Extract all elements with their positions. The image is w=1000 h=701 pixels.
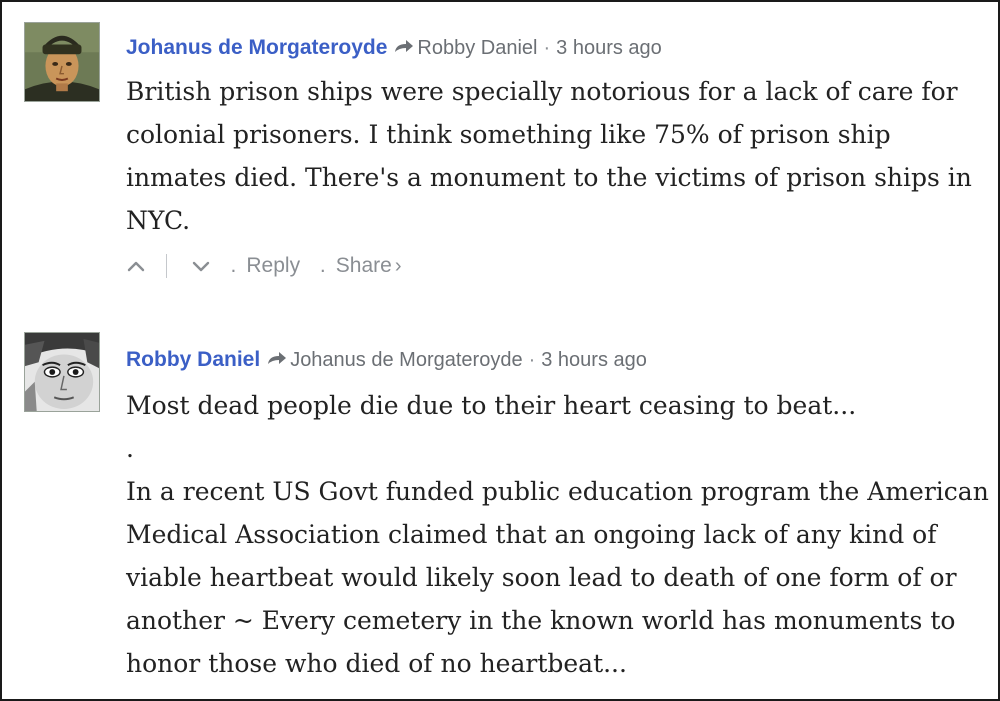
- reply-button[interactable]: Reply: [246, 254, 300, 277]
- downvote-button[interactable]: [191, 259, 211, 273]
- comment-header: Johanus de Morgateroyde Robby Daniel · 3 ho…: [126, 22, 978, 74]
- comment-body: Robby Daniel Johanus de Morgateroyde · 3 ho…: [126, 332, 989, 685]
- action-separator: .: [230, 254, 237, 277]
- in-reply-to-link[interactable]: Robby Daniel: [417, 37, 537, 59]
- share-button[interactable]: Share ›: [336, 254, 402, 277]
- comment-actions: . Reply . Share ›: [126, 246, 978, 286]
- avatar[interactable]: [24, 22, 100, 102]
- comment-paragraph: In a recent US Govt funded public educat…: [126, 477, 989, 678]
- avatar[interactable]: [24, 332, 100, 412]
- chevron-up-icon: [127, 262, 145, 272]
- chevron-right-icon: ›: [394, 255, 402, 277]
- avatar-portrait-image: [25, 333, 99, 411]
- meta-separator: ·: [528, 349, 536, 371]
- action-separator: .: [319, 254, 326, 277]
- timestamp-link[interactable]: 3 hours ago: [541, 349, 647, 371]
- in-reply-to-link[interactable]: Johanus de Morgateroyde: [290, 349, 522, 371]
- comment-text: Most dead people die due to their heart …: [126, 384, 991, 685]
- avatar-portrait-image: [25, 23, 99, 101]
- upvote-button[interactable]: [126, 259, 146, 273]
- comments-panel: Johanus de Morgateroyde Robby Daniel · 3 ho…: [0, 0, 1000, 701]
- meta-separator: ·: [543, 37, 551, 59]
- comment-paragraph: British prison ships were specially noto…: [126, 77, 972, 235]
- author-link[interactable]: Robby Daniel: [126, 348, 260, 371]
- timestamp-link[interactable]: 3 hours ago: [556, 37, 662, 59]
- vote-divider: [165, 254, 167, 279]
- comment-text: British prison ships were specially noto…: [126, 70, 976, 242]
- comment-header: Robby Daniel Johanus de Morgateroyde · 3 ho…: [126, 332, 978, 388]
- share-label: Share: [335, 254, 392, 277]
- comment-paragraph: Most dead people die due to their heart …: [126, 391, 857, 420]
- comment-body: Johanus de Morgateroyde Robby Daniel · 3 ho…: [126, 22, 978, 286]
- chevron-down-icon: [192, 262, 209, 272]
- comment-paragraph: .: [126, 434, 134, 463]
- author-link[interactable]: Johanus de Morgateroyde: [126, 36, 387, 59]
